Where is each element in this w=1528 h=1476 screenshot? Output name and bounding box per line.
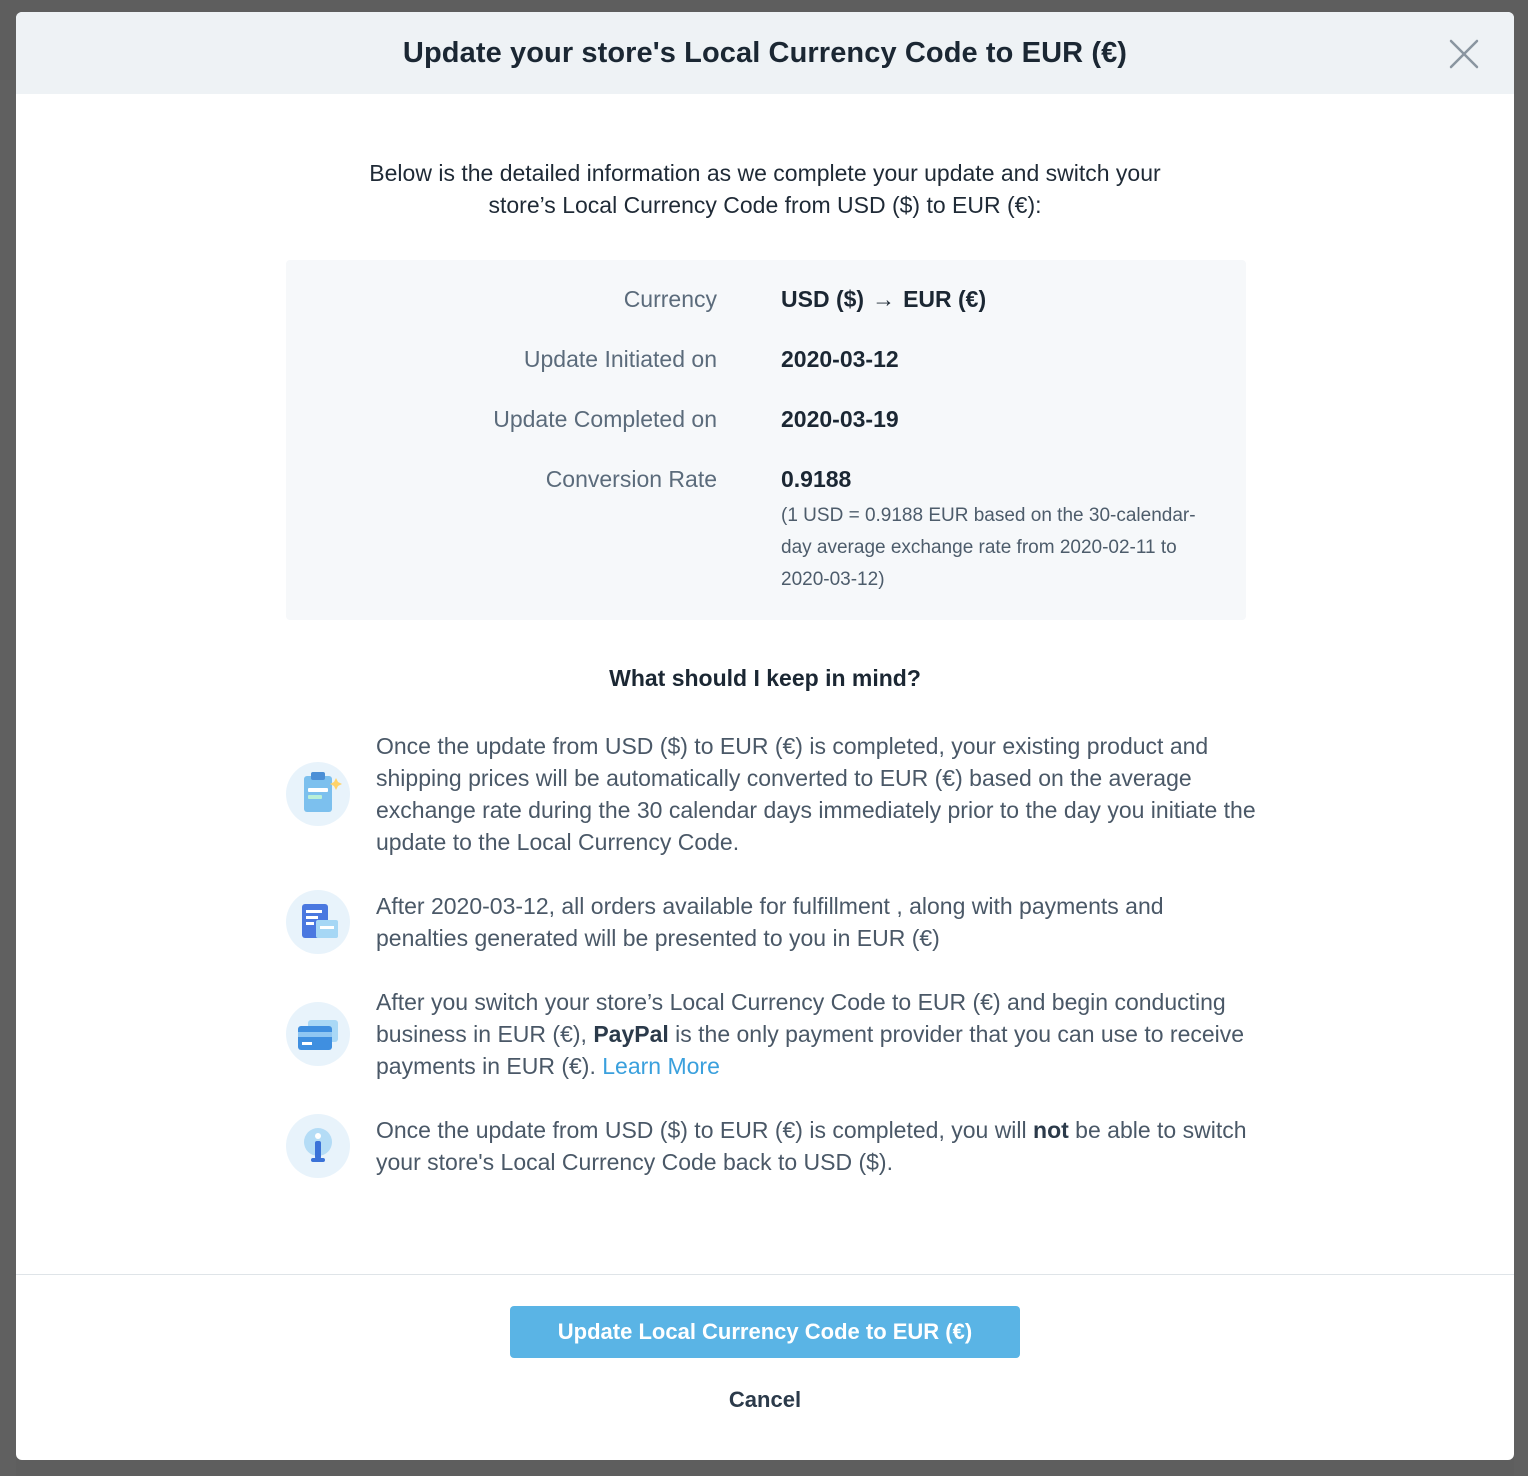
intro-line-1: Below is the detailed information as we …	[369, 160, 1161, 186]
currency-value: USD ($) → EUR (€)	[781, 286, 986, 313]
footer-divider	[16, 1274, 1514, 1275]
not-bold: not	[1033, 1117, 1069, 1143]
completed-value: 2020-03-19	[781, 406, 899, 432]
tip-item-irreversible: Once the update from USD ($) to EUR (€) …	[286, 1114, 1256, 1178]
update-currency-button[interactable]: Update Local Currency Code to EUR (€)	[510, 1306, 1020, 1358]
learn-more-link[interactable]: Learn More	[602, 1053, 720, 1079]
receipt-icon	[286, 890, 350, 954]
close-icon[interactable]	[1448, 38, 1480, 70]
conversion-rate-note: (1 USD = 0.9188 EUR based on the 30-cale…	[781, 505, 1196, 590]
keep-in-mind-heading: What should I keep in mind?	[609, 665, 921, 691]
cancel-button[interactable]: Cancel	[510, 1374, 1020, 1426]
credit-card-icon	[286, 1002, 350, 1066]
tip-item-orders-currency: After 2020-03-12, all orders available f…	[286, 890, 1256, 954]
initiated-label: Update Initiated on	[523, 346, 717, 372]
tip-item-paypal: After you switch your store’s Local Curr…	[286, 986, 1256, 1082]
tip-text-irreversible: Once the update from USD ($) to EUR (€) …	[376, 1114, 1256, 1178]
arrow-right-icon: →	[872, 286, 896, 312]
info-icon	[286, 1114, 350, 1178]
clipboard-icon	[286, 762, 350, 826]
currency-from: USD ($)	[781, 286, 865, 312]
intro-text: Below is the detailed information as we …	[16, 157, 1514, 221]
tip-irreversible-before: Once the update from USD ($) to EUR (€) …	[376, 1117, 1034, 1143]
currency-update-modal: Update your store's Local Currency Code …	[16, 12, 1514, 1460]
background-left-edge	[0, 80, 16, 1476]
paypal-bold: PayPal	[593, 1021, 669, 1047]
currency-to: EUR (€)	[903, 286, 987, 312]
tip-item-price-conversion: Once the update from USD ($) to EUR (€) …	[286, 730, 1256, 860]
tip-text-paypal: After you switch your store’s Local Curr…	[376, 986, 1256, 1082]
initiated-value: 2020-03-12	[781, 346, 899, 372]
conversion-rate-value: 0.9188	[781, 466, 852, 492]
modal-title: Update your store's Local Currency Code …	[402, 36, 1128, 69]
background-right-edge	[1514, 80, 1528, 1476]
modal-header: Update your store's Local Currency Code …	[16, 12, 1514, 94]
tip-text-price-conversion: Once the update from USD ($) to EUR (€) …	[376, 733, 1256, 855]
tip-text-orders-currency: After 2020-03-12, all orders available f…	[376, 893, 1164, 951]
intro-line-2: store’s Local Currency Code from USD ($)…	[488, 192, 1042, 218]
conversion-rate-label: Conversion Rate	[545, 466, 717, 492]
currency-label: Currency	[623, 286, 717, 312]
details-panel: Currency USD ($) → EUR (€) Update Initiate…	[286, 260, 1246, 620]
completed-label: Update Completed on	[493, 406, 717, 432]
